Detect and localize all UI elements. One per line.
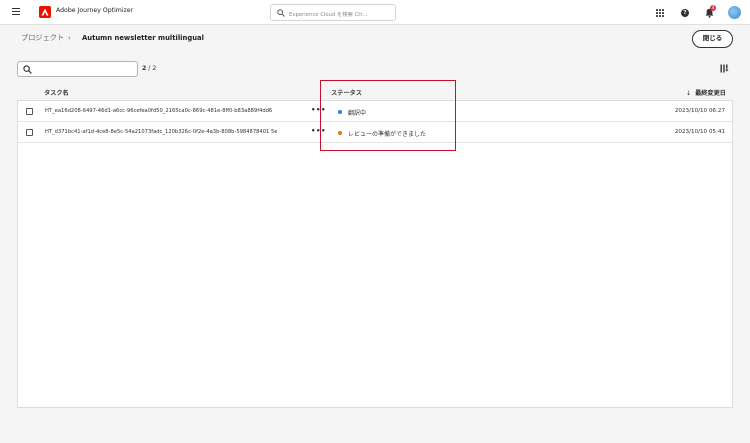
page-title: Autumn newsletter multilingual	[82, 33, 204, 42]
breadcrumb-separator: ›	[68, 33, 71, 42]
row-checkbox[interactable]	[26, 108, 33, 115]
pagination: 2 / 2	[142, 65, 156, 72]
task-name[interactable]: HT_d371bc41-af1d-4ce8-8e5c-54a21073fadc_…	[45, 129, 277, 135]
pagination-current: 2	[142, 65, 147, 72]
task-search-input[interactable]	[17, 61, 138, 77]
row-checkbox[interactable]	[26, 129, 33, 136]
search-icon	[23, 65, 32, 74]
breadcrumb-projects-link[interactable]: プロジェクト	[21, 33, 64, 43]
avatar[interactable]	[728, 6, 741, 19]
column-header-date-label: 最終変更日	[695, 90, 726, 97]
apps-grid-icon[interactable]	[656, 9, 664, 17]
top-bar: Adobe Journey Optimizer Experience Cloud…	[0, 0, 750, 25]
last-modified-date: 2023/10/10 05:41	[674, 129, 725, 135]
last-modified-date: 2023/10/10 06:27	[674, 108, 725, 114]
sort-descending-icon: ↓	[685, 90, 692, 97]
notification-badge: 4	[710, 5, 716, 11]
pagination-separator: /	[148, 65, 151, 72]
task-name[interactable]: HT_ea16d208-6497-46d1-a6cc-96cefea0fd50_…	[45, 108, 272, 114]
column-header-last-modified[interactable]: ↓ 最終変更日	[686, 88, 726, 97]
column-settings-icon[interactable]	[720, 64, 729, 73]
pagination-total: 2	[152, 65, 157, 72]
help-icon[interactable]: ?	[681, 9, 689, 17]
status-highlight-box	[320, 80, 456, 151]
search-placeholder: Experience Cloud を検索 Ctr...	[289, 11, 368, 18]
close-button[interactable]: 閉じる	[692, 30, 733, 48]
global-search-input[interactable]: Experience Cloud を検索 Ctr...	[270, 4, 396, 21]
hamburger-menu-icon[interactable]	[12, 8, 20, 16]
search-icon	[277, 9, 285, 17]
column-header-task-name[interactable]: タスク名	[44, 88, 69, 97]
app-title[interactable]: Adobe Journey Optimizer	[56, 7, 133, 14]
adobe-logo-icon[interactable]	[39, 6, 51, 18]
